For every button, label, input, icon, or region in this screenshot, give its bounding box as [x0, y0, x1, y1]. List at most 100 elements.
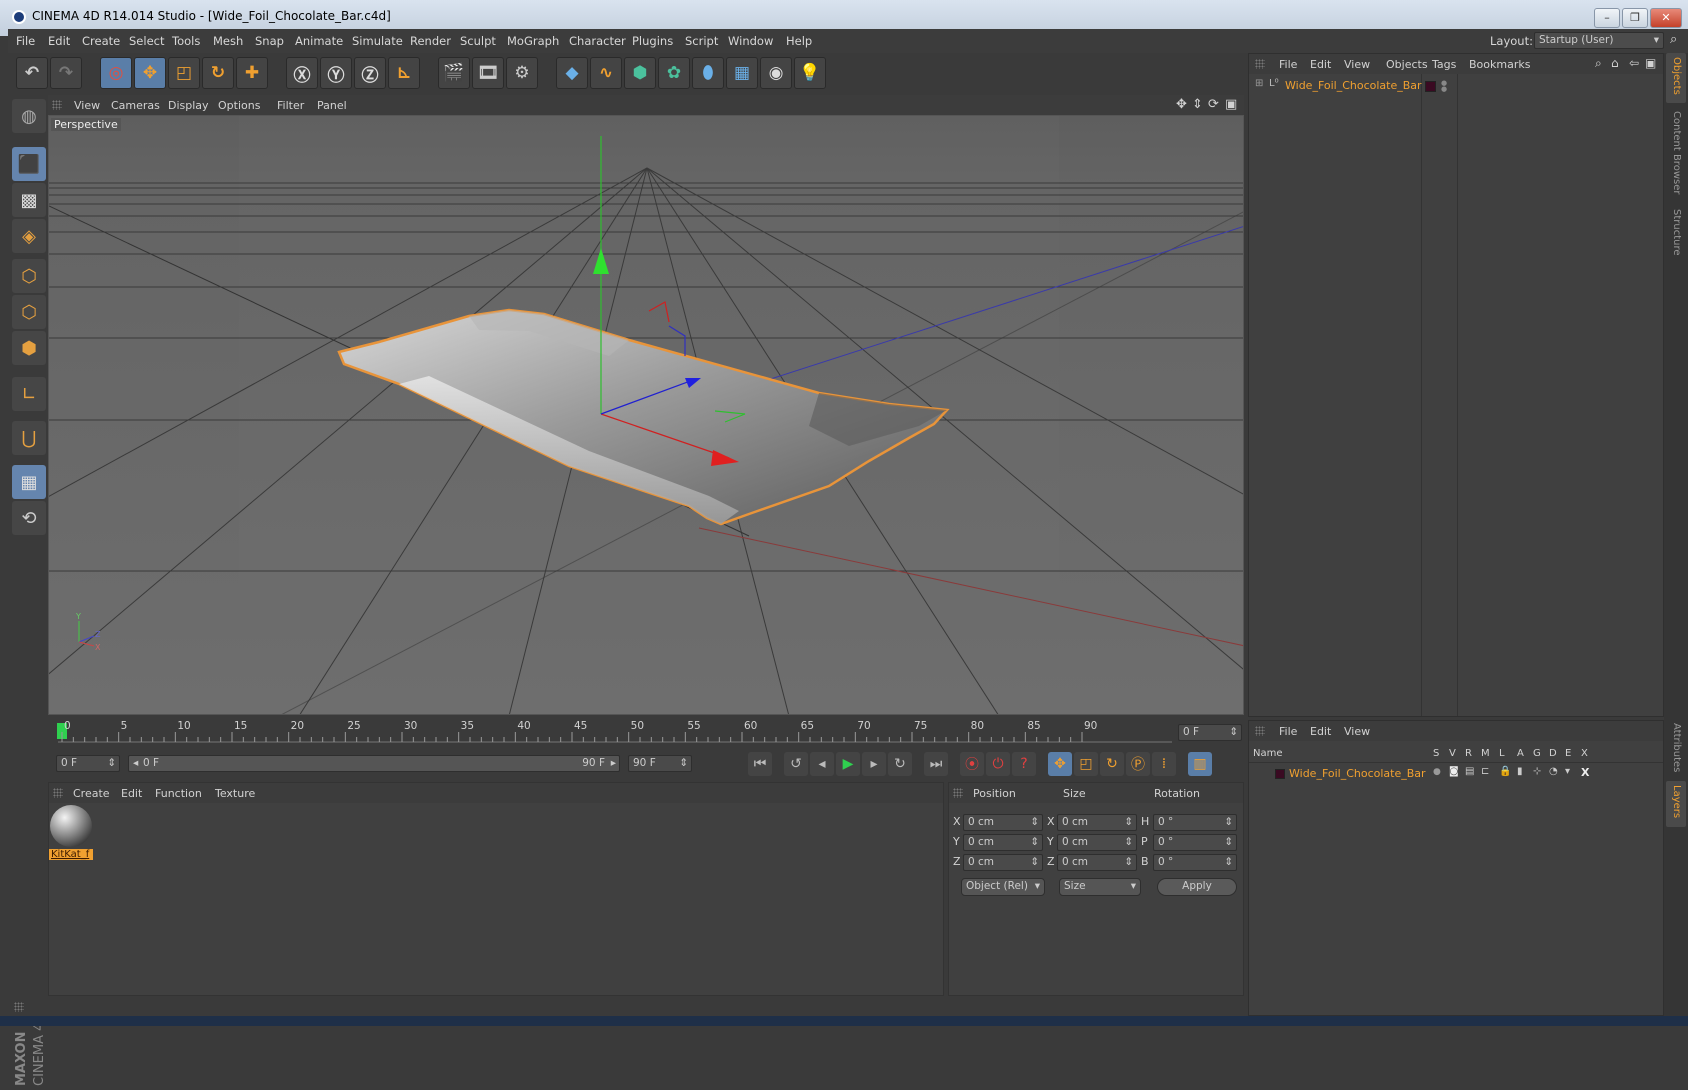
- perspective-viewport[interactable]: Y Z X Perspective: [48, 115, 1244, 715]
- coordinate-system-icon[interactable]: ⊾: [388, 57, 420, 89]
- layer-menu-view[interactable]: View: [1344, 725, 1370, 738]
- rotation-b-field[interactable]: 0 ° ⇕: [1153, 854, 1237, 871]
- size-z-field[interactable]: 0 cm ⇕: [1057, 854, 1137, 871]
- close-button[interactable]: ✕: [1650, 8, 1682, 28]
- viewport-rotate-icon[interactable]: ⟳: [1208, 97, 1219, 112]
- navigate-back-icon[interactable]: ⇦: [1629, 56, 1639, 70]
- subdivision-nurbs-icon[interactable]: ⬢: [624, 57, 656, 89]
- menu-snap[interactable]: Snap: [255, 34, 284, 48]
- menu-simulate[interactable]: Simulate: [352, 34, 403, 48]
- tab-attributes[interactable]: Attributes: [1671, 723, 1682, 772]
- spline-pen-icon[interactable]: ∿: [590, 57, 622, 89]
- go-to-start-icon[interactable]: ⏮: [748, 752, 772, 776]
- viewport-menu-cameras[interactable]: Cameras: [111, 99, 160, 112]
- scale-tool-icon[interactable]: ◰: [168, 57, 200, 89]
- x-axis-lock-icon[interactable]: Ⓧ: [286, 57, 318, 89]
- cube-primitive-icon[interactable]: ◆: [556, 57, 588, 89]
- tab-content-browser[interactable]: Content Browser: [1671, 111, 1682, 194]
- search-icon[interactable]: ⌕: [1670, 32, 1677, 47]
- obj-menu-objects[interactable]: Objects: [1386, 58, 1428, 71]
- menu-window[interactable]: Window: [728, 34, 773, 48]
- floor-object-icon[interactable]: ▦: [726, 57, 758, 89]
- add-tool-icon[interactable]: ✚: [236, 57, 268, 89]
- tab-objects[interactable]: Objects: [1671, 57, 1682, 95]
- next-key-icon[interactable]: ↻: [888, 752, 912, 776]
- deformers-toggle-icon[interactable]: ◔: [1549, 766, 1558, 777]
- position-z-field[interactable]: 0 cm ⇕: [963, 854, 1043, 871]
- record-keys-icon[interactable]: ⦿: [960, 752, 984, 776]
- undo-icon[interactable]: ↶: [16, 57, 48, 89]
- solo-mode-icon[interactable]: ⟲: [12, 501, 46, 535]
- make-editable-icon[interactable]: ◍: [12, 99, 46, 133]
- object-row[interactable]: ⊞ L⁰ Wide_Foil_Chocolate_Bar: [1251, 77, 1422, 95]
- play-forward-icon[interactable]: ▶: [836, 752, 860, 776]
- obj-menu-edit[interactable]: Edit: [1310, 58, 1331, 71]
- xref-toggle-icon[interactable]: X: [1581, 766, 1589, 779]
- key-pla-icon[interactable]: ⁞: [1152, 752, 1176, 776]
- layer-name[interactable]: Wide_Foil_Chocolate_Bar: [1289, 767, 1426, 780]
- rotation-h-field[interactable]: 0 ° ⇕: [1153, 814, 1237, 831]
- menu-select[interactable]: Select: [129, 34, 164, 48]
- viewport-menu-view[interactable]: View: [74, 99, 100, 112]
- panel-grip-icon[interactable]: [953, 788, 963, 798]
- material-menu-function[interactable]: Function: [155, 787, 202, 800]
- viewport-maximize-icon[interactable]: ▣: [1225, 97, 1237, 112]
- current-frame-field[interactable]: 0 F ⇕: [1178, 724, 1242, 741]
- light-object-icon[interactable]: 💡: [794, 57, 826, 89]
- size-x-field[interactable]: 0 cm ⇕: [1057, 814, 1137, 831]
- position-x-field[interactable]: 0 cm ⇕: [963, 814, 1043, 831]
- menu-sculpt[interactable]: Sculpt: [460, 34, 496, 48]
- obj-menu-file[interactable]: File: [1279, 58, 1297, 71]
- viewport-move-icon[interactable]: ✥: [1176, 97, 1187, 112]
- render-toggle-icon[interactable]: ▤: [1465, 766, 1474, 777]
- material-swatch[interactable]: KitKat_f: [49, 805, 93, 865]
- key-scale-icon[interactable]: ◰: [1074, 752, 1098, 776]
- apply-button[interactable]: Apply: [1157, 878, 1237, 896]
- y-axis-lock-icon[interactable]: Ⓨ: [320, 57, 352, 89]
- key-position-icon[interactable]: ✥: [1048, 752, 1072, 776]
- end-frame-field[interactable]: 90 F ⇕: [628, 755, 692, 772]
- viewport-menu-options[interactable]: Options: [218, 99, 260, 112]
- edges-mode-icon[interactable]: ⬡: [12, 295, 46, 329]
- panel-grip-icon[interactable]: [52, 100, 62, 110]
- next-frame-icon[interactable]: ▸: [862, 752, 886, 776]
- render-settings-icon[interactable]: ⚙: [506, 57, 538, 89]
- new-manager-icon[interactable]: ▣: [1645, 56, 1656, 70]
- search-icon[interactable]: ⌕: [1595, 56, 1602, 71]
- axis-mode-icon[interactable]: ∟: [12, 377, 46, 411]
- menu-character[interactable]: Character: [569, 34, 626, 48]
- panel-grip-icon[interactable]: [14, 1002, 24, 1012]
- manager-toggle-icon[interactable]: ⊏: [1481, 766, 1489, 777]
- visibility-dots-icon[interactable]: ● ●: [1441, 80, 1447, 93]
- layer-menu-file[interactable]: File: [1279, 725, 1297, 738]
- key-rotation-icon[interactable]: ↻: [1100, 752, 1124, 776]
- panel-grip-icon[interactable]: [53, 788, 63, 798]
- generators-toggle-icon[interactable]: ⊹: [1533, 766, 1541, 777]
- key-parameter-icon[interactable]: Ⓟ: [1126, 752, 1150, 776]
- menu-plugins[interactable]: Plugins: [632, 34, 673, 48]
- menu-tools[interactable]: Tools: [172, 34, 200, 48]
- move-tool-icon[interactable]: ✥: [134, 57, 166, 89]
- menu-render[interactable]: Render: [410, 34, 451, 48]
- expressions-toggle-icon[interactable]: ▾: [1565, 766, 1570, 777]
- lock-toggle-icon[interactable]: 🔒: [1499, 766, 1511, 777]
- menu-mograph[interactable]: MoGraph: [507, 34, 559, 48]
- layer-color-swatch[interactable]: [1275, 769, 1285, 779]
- z-axis-lock-icon[interactable]: Ⓩ: [354, 57, 386, 89]
- workplane-lock-icon[interactable]: ▦: [12, 465, 46, 499]
- menu-animate[interactable]: Animate: [295, 34, 343, 48]
- menu-script[interactable]: Script: [685, 34, 718, 48]
- previous-key-icon[interactable]: ↺: [784, 752, 808, 776]
- autokeying-icon[interactable]: ⏻: [986, 752, 1010, 776]
- visible-toggle-icon[interactable]: ◙: [1449, 766, 1459, 777]
- render-view-icon[interactable]: 🎬: [438, 57, 470, 89]
- home-icon[interactable]: ⌂: [1611, 56, 1619, 70]
- timeline-window-icon[interactable]: ▥: [1188, 752, 1212, 776]
- obj-menu-bookmarks[interactable]: Bookmarks: [1469, 58, 1530, 71]
- magnet-snap-icon[interactable]: ⋃: [12, 421, 46, 455]
- render-picture-viewer-icon[interactable]: 🎞: [472, 57, 504, 89]
- menu-help[interactable]: Help: [786, 34, 812, 48]
- rotation-p-field[interactable]: 0 ° ⇕: [1153, 834, 1237, 851]
- start-frame-field[interactable]: 0 F ⇕: [56, 755, 120, 772]
- object-name[interactable]: Wide_Foil_Chocolate_Bar: [1285, 79, 1422, 92]
